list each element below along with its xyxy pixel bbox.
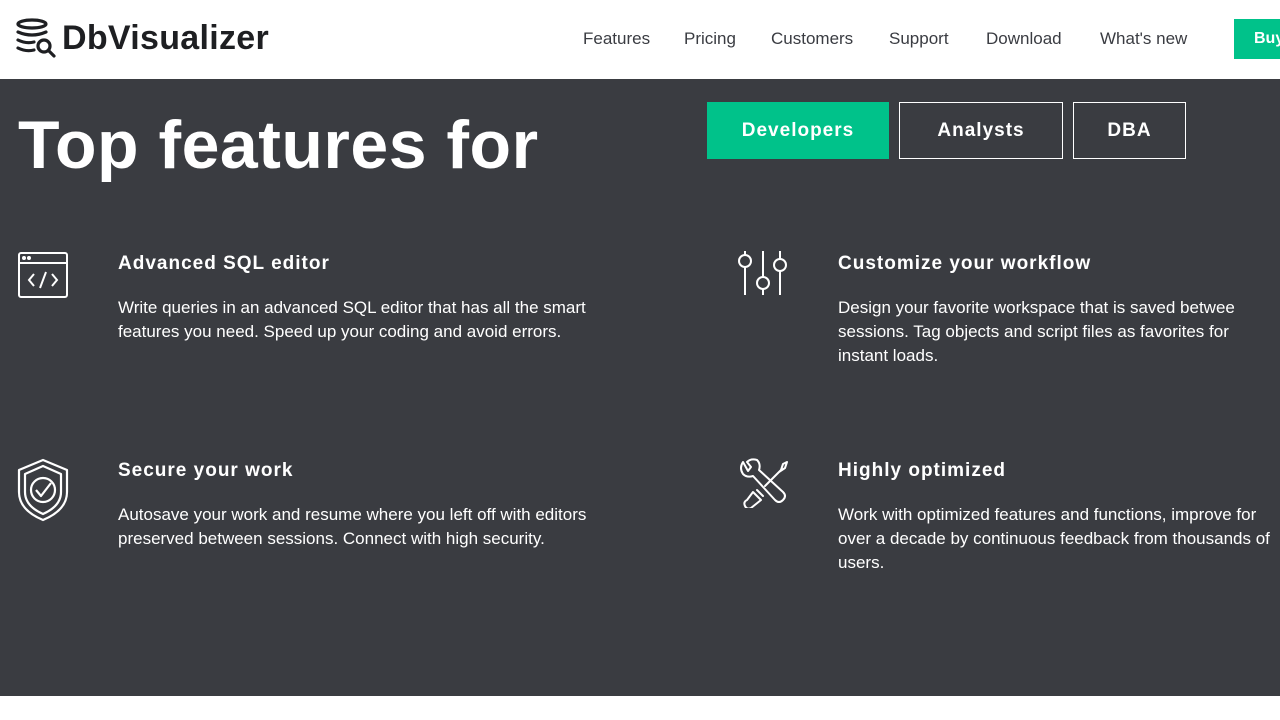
nav-link-features[interactable]: Features (583, 28, 650, 50)
feature-title-secure-work: Secure your work (118, 460, 294, 481)
feature-desc-sql-editor: Write queries in an advanced SQL editor … (118, 298, 586, 341)
tab-dba[interactable]: DBA (1073, 102, 1186, 159)
feature-desc-highly-optimized: Work with optimized features and functio… (838, 505, 1270, 572)
tab-analysts[interactable]: Analysts (899, 102, 1063, 159)
nav-link-customers[interactable]: Customers (771, 28, 853, 50)
feature-desc-secure-work: Autosave your work and resume where you … (118, 505, 587, 548)
section-title: Top features for (18, 107, 539, 183)
tools-icon (740, 458, 788, 508)
feature-title-highly-optimized: Highly optimized (838, 460, 1006, 481)
buy-button[interactable]: Buy (1234, 19, 1280, 59)
nav-link-pricing[interactable]: Pricing (684, 28, 736, 50)
code-window-icon (18, 252, 68, 298)
brand-name: DbVisualizer (62, 18, 270, 57)
tab-developers[interactable]: Developers (707, 102, 889, 159)
sliders-icon (738, 251, 787, 295)
nav-link-support[interactable]: Support (889, 28, 949, 50)
nav-link-whats-new[interactable]: What's new (1100, 28, 1187, 50)
top-features-section: Top features for Developers Analysts DBA… (0, 79, 1280, 696)
feature-desc-customize-workflow: Design your favorite workspace that is s… (838, 298, 1235, 365)
site-header: DbVisualizer Features Pricing Customers … (0, 0, 1280, 79)
database-search-icon (16, 18, 56, 58)
brand-logo[interactable]: DbVisualizer (16, 18, 269, 58)
feature-title-sql-editor: Advanced SQL editor (118, 253, 330, 274)
shield-check-icon (17, 458, 69, 522)
nav-link-download[interactable]: Download (986, 28, 1062, 50)
feature-title-customize-workflow: Customize your workflow (838, 253, 1092, 274)
